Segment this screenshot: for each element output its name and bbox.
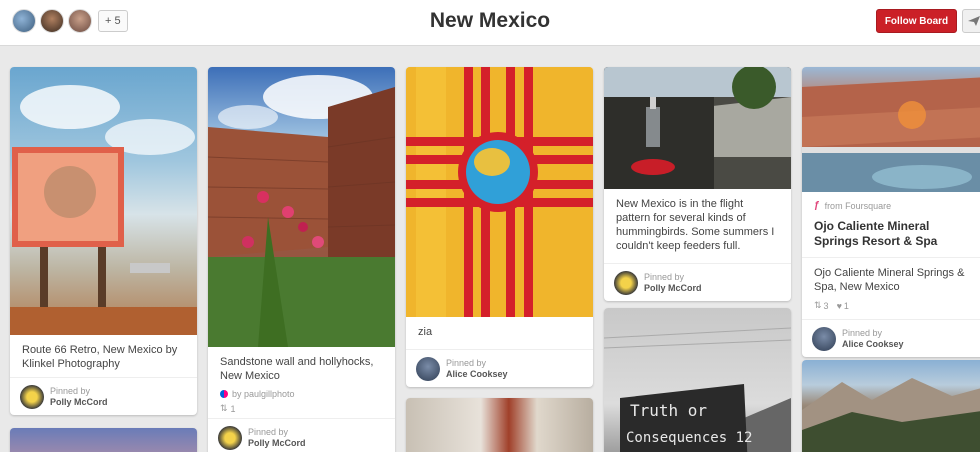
repin-icon: ⇅	[814, 300, 822, 310]
pin-image[interactable]	[10, 428, 197, 452]
sign-text-line1: Truth or	[630, 401, 707, 420]
pinner-row[interactable]: Pinned by Alice Cooksey	[802, 319, 980, 357]
send-icon	[968, 16, 980, 26]
pinner-avatar[interactable]	[218, 425, 242, 450]
pin-image[interactable]	[604, 67, 791, 189]
pin-source[interactable]: by paulgillphoto	[208, 389, 395, 403]
foursquare-icon: ƒ	[814, 200, 820, 211]
board-header: + 5 New Mexico Follow Board	[0, 0, 980, 46]
pinner-avatar[interactable]	[614, 270, 638, 295]
pinned-by-label: Pinned by	[842, 327, 883, 338]
repin-count: 1	[230, 403, 236, 414]
route66-photo	[10, 85, 197, 335]
pin-card[interactable]: Route 66 Retro, New Mexico by Klinkel Ph…	[10, 67, 197, 415]
pinner-name[interactable]: Alice Cooksey	[842, 339, 904, 350]
pin-source-label: from Foursquare	[824, 200, 892, 211]
pinned-by-label: Pinned by	[50, 385, 91, 396]
pin-image[interactable]	[802, 360, 980, 452]
pinner-name[interactable]: Polly McCord	[644, 283, 702, 294]
pin-card[interactable]: zia Pinned by Alice Cooksey	[406, 67, 593, 387]
sign-text-line2: Consequences 12	[626, 430, 752, 446]
pin-image[interactable]	[208, 67, 395, 347]
follow-board-button[interactable]: Follow Board	[876, 9, 957, 33]
repin-count: 3	[823, 300, 829, 311]
pin-card[interactable]: Truth or Consequences 12	[604, 308, 791, 452]
pin-image[interactable]	[406, 67, 593, 317]
truth-or-consequences-photo: Truth or Consequences 12	[604, 327, 791, 452]
pin-stats: ⇅ 3 ♥ 1	[802, 300, 980, 319]
pinned-by-label: Pinned by	[248, 426, 289, 437]
send-button[interactable]	[962, 9, 980, 33]
pin-card[interactable]	[10, 428, 197, 452]
pin-card[interactable]: New Mexico is in the flight pattern for …	[604, 67, 791, 301]
pin-description: Sandstone wall and hollyhocks, New Mexic…	[220, 356, 374, 382]
pin-image[interactable]	[406, 398, 593, 452]
pinned-by-label: Pinned by	[644, 271, 685, 282]
pin-description: Ojo Caliente Mineral Springs & Spa, New …	[802, 257, 980, 300]
flickr-icon	[220, 390, 228, 398]
pinner-name[interactable]: Alice Cooksey	[446, 369, 508, 380]
pinned-by-label: Pinned by	[446, 357, 487, 368]
pinner-name[interactable]: Polly McCord	[248, 438, 306, 449]
place-title[interactable]: Ojo Caliente Mineral Springs Resort & Sp…	[802, 215, 980, 257]
pinner-avatar[interactable]	[416, 356, 440, 381]
pin-image[interactable]	[10, 67, 197, 335]
pin-card[interactable]	[406, 398, 593, 452]
sandstone-photo	[208, 75, 395, 347]
board-title: New Mexico	[429, 9, 551, 32]
pin-image[interactable]	[802, 67, 980, 192]
pinner-avatar[interactable]	[812, 326, 836, 351]
ojo-caliente-photo	[802, 77, 980, 192]
pinner-row[interactable]: Pinned by Polly McCord	[604, 263, 791, 301]
hummingbird-feeder-photo	[604, 67, 791, 189]
pin-description: Route 66 Retro, New Mexico by Klinkel Ph…	[22, 344, 178, 370]
pin-description: New Mexico is in the flight pattern for …	[616, 198, 775, 252]
pin-description: zia	[418, 326, 433, 338]
pin-source[interactable]: ƒ from Foursquare	[802, 192, 980, 215]
pin-card[interactable]: Sandstone wall and hollyhocks, New Mexic…	[208, 67, 395, 452]
pinner-row[interactable]: Pinned by Polly McCord	[10, 377, 197, 415]
pin-source-label: by paulgillphoto	[232, 389, 295, 399]
pin-card[interactable]: ƒ from Foursquare Ojo Caliente Mineral S…	[802, 67, 980, 357]
like-count: 1	[843, 300, 849, 311]
pinner-avatar[interactable]	[20, 384, 44, 409]
pin-stats: ⇅ 1	[208, 403, 395, 418]
pin-card[interactable]	[802, 360, 980, 452]
repin-icon: ⇅	[220, 403, 228, 413]
pinner-row[interactable]: Pinned by Alice Cooksey	[406, 349, 593, 387]
pinner-row[interactable]: Pinned by Polly McCord	[208, 418, 395, 452]
pin-image[interactable]: Truth or Consequences 12	[604, 308, 791, 452]
heart-icon: ♥	[836, 300, 842, 311]
mountain-photo	[802, 378, 980, 452]
pinner-name[interactable]: Polly McCord	[50, 397, 108, 408]
zia-painting	[406, 67, 593, 317]
